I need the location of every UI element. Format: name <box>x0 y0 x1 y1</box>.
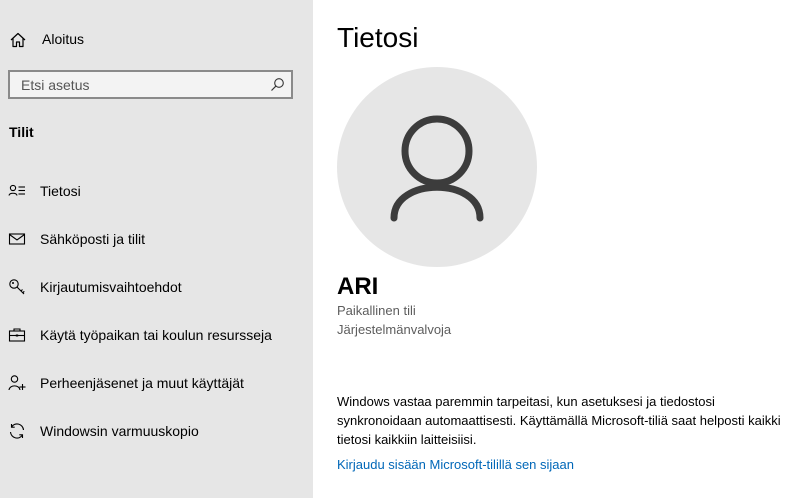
mail-icon <box>8 233 26 245</box>
sync-icon <box>9 423 25 439</box>
key-icon <box>9 279 25 295</box>
avatar <box>337 67 537 267</box>
sidebar-item-sign-in-options[interactable]: Kirjautumisvaihtoehdot <box>0 267 313 307</box>
sidebar-item-work-school[interactable]: Käytä työpaikan tai koulun resursseja <box>0 315 313 355</box>
sidebar-item-label: Käytä työpaikan tai koulun resursseja <box>40 327 272 343</box>
sidebar-item-label: Sähköposti ja tilit <box>40 231 146 247</box>
sidebar-item-label: Kirjautumisvaihtoehdot <box>40 279 182 295</box>
account-type: Paikallinen tili <box>337 303 416 318</box>
sidebar-item-email-accounts[interactable]: Sähköposti ja tilit <box>0 219 313 259</box>
sidebar-item-windows-backup[interactable]: Windowsin varmuuskopio <box>0 411 313 451</box>
person-list-icon <box>8 184 25 196</box>
user-avatar-icon <box>390 115 484 222</box>
sidebar-item-label: Tietosi <box>40 183 81 199</box>
sidebar-item-label: Perheenjäsenet ja muut käyttäjät <box>40 375 244 391</box>
sidebar-item-label: Windowsin varmuuskopio <box>40 423 199 439</box>
add-person-icon <box>8 375 26 391</box>
home-label: Aloitus <box>42 31 85 47</box>
search-icon[interactable] <box>270 77 285 92</box>
account-role: Järjestelmänvalvoja <box>337 322 452 337</box>
main-content: Tietosi ARI Paikallinen tili Järjestelmä… <box>313 0 809 498</box>
page-title: Tietosi <box>337 22 419 53</box>
sidebar: Aloitus Tilit Tietosi Sähköposti ja tili… <box>0 0 313 498</box>
sidebar-item-family-users[interactable]: Perheenjäsenet ja muut käyttäjät <box>0 363 313 403</box>
briefcase-icon <box>8 328 26 342</box>
search-input[interactable] <box>10 72 271 97</box>
user-name: ARI <box>337 273 379 300</box>
sidebar-item-your-info[interactable]: Tietosi <box>0 171 313 211</box>
microsoft-signin-link[interactable]: Kirjaudu sisään Microsoft-tilillä sen si… <box>337 457 574 472</box>
home-icon <box>10 32 26 48</box>
search-box[interactable] <box>8 70 293 99</box>
info-text: Windows vastaa paremmin tarpeitasi, kun … <box>337 394 781 447</box>
section-title: Tilit <box>9 124 34 140</box>
home-nav-item[interactable]: Aloitus <box>0 22 313 58</box>
